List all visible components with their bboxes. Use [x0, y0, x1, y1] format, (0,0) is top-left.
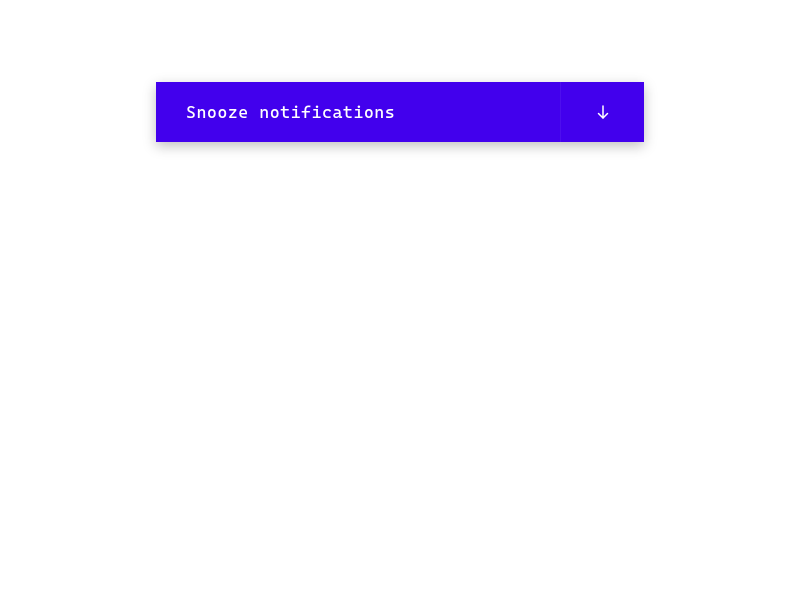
dropdown-label: Snooze notifications — [186, 102, 395, 122]
dropdown-main-area[interactable]: Snooze notifications — [156, 82, 560, 142]
dropdown-toggle[interactable] — [560, 82, 644, 142]
arrow-down-icon — [594, 103, 612, 121]
snooze-dropdown[interactable]: Snooze notifications — [156, 82, 644, 142]
